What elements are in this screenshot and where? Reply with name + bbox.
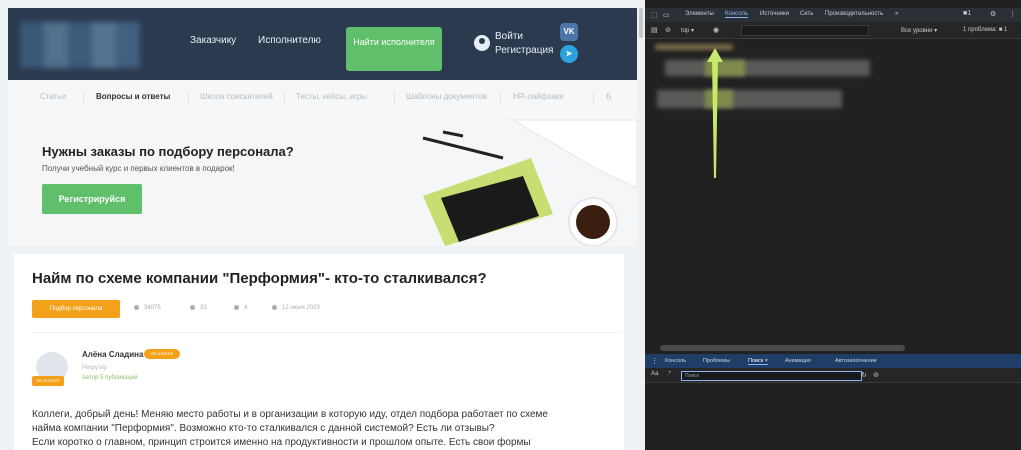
devtools-tab-sources[interactable]: Источники: [760, 11, 789, 17]
devtools-panel: ⬚ ▭ Элементы Консоль Источники Сеть Прои…: [645, 0, 1021, 450]
context-select[interactable]: top ▾: [681, 27, 694, 34]
devtools-tabbar: ⬚ ▭ Элементы Консоль Источники Сеть Прои…: [645, 8, 1021, 22]
clear-console-icon[interactable]: ⊘: [665, 26, 671, 34]
annotation-arrow-icon: [707, 48, 723, 178]
log-levels-select[interactable]: Все уровни ▾: [901, 27, 937, 34]
article-body-line: Коллеги, добрый день! Меняю место работы…: [32, 409, 548, 420]
nav-customer-link[interactable]: Заказчику: [190, 35, 236, 46]
drawer-tab-animations[interactable]: Анимация: [785, 358, 811, 364]
tab-hr-lifehacks[interactable]: HR-лайфхаки: [513, 92, 564, 101]
console-line-blurred: [657, 90, 842, 108]
date-stat: 12 июня 2023: [272, 305, 320, 311]
comment-icon: [190, 305, 195, 310]
tab-divider: [83, 91, 84, 103]
issues-summary[interactable]: 1 проблема: ■ 1: [963, 27, 1007, 33]
console-line-blurred: [665, 60, 870, 76]
tab-divider: [284, 91, 285, 103]
telegram-logo-icon[interactable]: ➤: [560, 45, 578, 63]
divider: [32, 332, 622, 333]
devtools-tab-elements[interactable]: Элементы: [685, 11, 714, 17]
devtools-tab-console[interactable]: Консоль: [725, 11, 749, 18]
console-toolbar: ▤ ⊘ top ▾ ◉ Все уровни ▾ 1 проблема: ■ 1: [645, 22, 1021, 39]
heart-icon: [234, 305, 239, 310]
promo-illustration: [422, 119, 637, 246]
avatar-badge: НR-БЛОГЕР: [32, 376, 64, 386]
console-horizontal-scrollbar[interactable]: [660, 345, 905, 351]
likes-stat[interactable]: 4: [234, 305, 247, 311]
views-stat: 34075: [134, 305, 161, 311]
drawer-tab-console[interactable]: Консоль: [665, 358, 686, 364]
promo-banner: Нужны заказы по подбору персонала? Получ…: [8, 118, 637, 246]
refresh-search-icon[interactable]: ↻: [861, 371, 867, 379]
tab-qa[interactable]: Вопросы и ответы: [96, 92, 170, 101]
find-contractor-button[interactable]: Найти исполнителя: [346, 27, 442, 71]
tab-candidates-school[interactable]: Школа соискателей: [200, 92, 273, 101]
site-logo-blurred[interactable]: [20, 22, 140, 68]
tab-divider: [500, 91, 501, 103]
regex-toggle[interactable]: .*: [667, 371, 671, 377]
article-card: Найм по схеме компании "Перформия"- кто-…: [14, 254, 624, 450]
login-link[interactable]: Войти: [495, 30, 553, 44]
drawer-search-input[interactable]: Поиск: [681, 371, 862, 381]
comments-stat[interactable]: 33: [190, 305, 207, 311]
auth-links: Войти Регистрация: [495, 30, 553, 58]
tab-divider: [188, 91, 189, 103]
inspect-icon[interactable]: ⬚: [651, 11, 658, 19]
views-count: 34075: [144, 305, 161, 312]
settings-gear-icon[interactable]: ⚙: [990, 10, 996, 18]
register-link[interactable]: Регистрация: [495, 44, 553, 58]
drawer-search-row: Аа .* Поиск ↻ ⊘: [645, 368, 1021, 383]
author-name[interactable]: Алёна Сладина: [82, 350, 143, 359]
article-body-line: Если коротко о главном, принцип строится…: [32, 437, 531, 448]
devtools-tab-network[interactable]: Сеть: [800, 11, 813, 17]
pen-cap-shape: [442, 130, 464, 138]
live-expression-eye-icon[interactable]: ◉: [713, 26, 719, 34]
comments-count: 33: [200, 305, 207, 312]
device-toggle-icon[interactable]: ▭: [663, 11, 670, 19]
page-scrollbar-track[interactable]: [637, 0, 645, 450]
devtools-tab-performance[interactable]: Производительность: [825, 11, 883, 17]
tab-more[interactable]: Б: [606, 92, 611, 101]
pen-shape: [422, 136, 504, 160]
drawer-tab-search[interactable]: Поиск ×: [748, 358, 768, 365]
article-body: Коллеги, добрый день! Меняю место работы…: [32, 408, 628, 450]
drawer-tab-autofill[interactable]: Автозаполнение: [835, 358, 877, 364]
drawer-tab-issues[interactable]: Проблемы: [703, 358, 730, 364]
coffee-shape: [576, 205, 610, 239]
promo-title: Нужны заказы по подбору персонала?: [42, 144, 294, 159]
page-scrollbar-thumb[interactable]: [639, 8, 643, 38]
tab-divider: [593, 91, 594, 103]
devtools-tab-more[interactable]: »: [895, 11, 898, 17]
user-icon[interactable]: [474, 35, 490, 51]
tab-divider: [394, 91, 395, 103]
author-publications-link[interactable]: Автор 5 публикаций: [82, 375, 138, 381]
calendar-icon: [272, 305, 277, 310]
section-tabs: Статьи Вопросы и ответы Школа соискателе…: [8, 80, 637, 119]
promo-subtitle: Получи учебный курс и первых клиентов в …: [42, 164, 235, 173]
likes-count: 4: [244, 305, 248, 312]
tab-tests-cases[interactable]: Тесты, кейсы, игры: [296, 92, 367, 101]
drawer-menu-icon[interactable]: ⋮: [651, 357, 658, 365]
issues-counter-icon[interactable]: ■1: [963, 10, 971, 17]
nav-contractor-link[interactable]: Исполнителю: [258, 35, 321, 46]
clear-search-icon[interactable]: ⊘: [873, 371, 879, 379]
match-case-toggle[interactable]: Аа: [651, 371, 658, 377]
console-filter-input[interactable]: [741, 25, 869, 36]
tab-articles[interactable]: Статьи: [40, 92, 66, 101]
drawer-tabbar: ⋮ Консоль Проблемы Поиск × Анимация Авто…: [645, 354, 1021, 368]
post-date: 12 июня 2023: [282, 305, 320, 312]
author-badge: НR-БЛОГЕР: [144, 349, 180, 359]
article-body-line: найма компании "Перформия". Возможно кто…: [32, 423, 495, 434]
author-role: Рекрутер: [82, 365, 108, 371]
sidebar-toggle-icon[interactable]: ▤: [651, 26, 658, 34]
website-page: Заказчику Исполнителю Найти исполнителя …: [0, 0, 637, 450]
vk-logo-icon[interactable]: VK: [560, 23, 578, 41]
more-menu-icon[interactable]: ⋮: [1009, 10, 1016, 18]
register-button[interactable]: Регистрируйся: [42, 184, 142, 214]
tab-document-templates[interactable]: Шаблоны документов: [406, 92, 487, 101]
site-header: Заказчику Исполнителю Найти исполнителя …: [8, 8, 637, 80]
eye-icon: [134, 305, 139, 310]
category-badge[interactable]: Подбор персонала: [32, 300, 120, 318]
article-title: Найм по схеме компании "Перформия"- кто-…: [32, 270, 487, 287]
